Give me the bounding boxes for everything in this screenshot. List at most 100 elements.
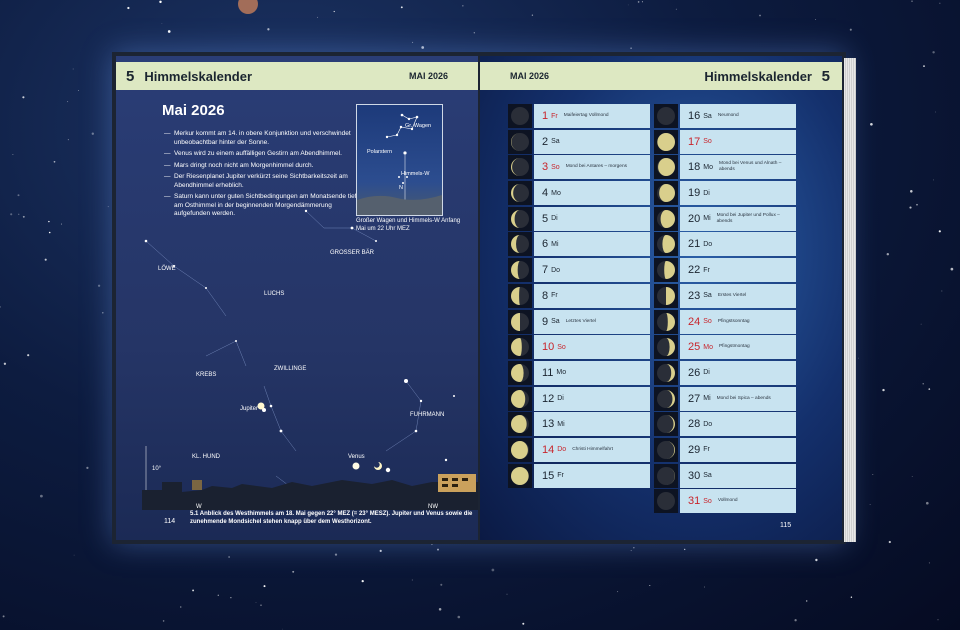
moon-phase-icon — [508, 104, 532, 128]
weekday: So — [703, 138, 712, 146]
weekday: So — [557, 343, 566, 351]
moon-phase-icon — [508, 335, 532, 360]
moon-phase-icon — [508, 129, 532, 154]
day-number: 12 — [542, 392, 555, 405]
weekday: Mi — [551, 240, 559, 248]
day-cell: 15 Fr — [534, 463, 650, 488]
weekday: Fr — [703, 446, 710, 454]
day-cell: 17 So — [680, 129, 796, 154]
weekday: Mi — [557, 420, 565, 428]
moon-phase-icon — [508, 283, 532, 308]
weekday: Fr — [557, 472, 564, 480]
inset-label: N — [399, 185, 403, 191]
weekday: Mi — [703, 395, 711, 403]
weekday: Fr — [551, 292, 558, 300]
left-header: 5 Himmelskalender MAI 2026 — [116, 62, 478, 90]
day-cell: 6 Mi — [534, 232, 650, 257]
moon-phase-icon — [654, 412, 678, 437]
bullet-list: Merkur kommt am 14. in obere Konjunktion… — [164, 130, 359, 222]
moon-phase-icon — [654, 283, 678, 308]
day-number: 27 — [688, 392, 701, 405]
venus-marker — [352, 462, 360, 470]
bullet-item: Merkur kommt am 14. in obere Konjunktion… — [164, 130, 359, 147]
day-cell: 5 Di — [534, 206, 650, 231]
moon-phase-icon — [654, 232, 678, 257]
bullet-item: Venus wird zu einem auffälligen Gestirn … — [164, 150, 359, 159]
weekday: Mi — [703, 215, 711, 223]
header-title: Himmelskalender — [704, 68, 812, 84]
day-number: 25 — [688, 341, 701, 354]
day-number: 20 — [688, 212, 701, 225]
weekday: Mo — [556, 369, 567, 377]
day-number: 23 — [688, 289, 701, 302]
day-number: 2 — [542, 135, 549, 148]
day-number: 24 — [688, 315, 701, 328]
day-note: Mond bei Antares – morgens — [565, 164, 628, 170]
day-cell: 4 Mo — [534, 181, 650, 206]
day-cell: 8 Fr — [534, 283, 650, 308]
moon-phase-icon — [654, 155, 678, 180]
day-number: 28 — [688, 418, 701, 431]
day-number: 1 — [542, 110, 549, 122]
bullet-item: Saturn kann unter guten Sichtbedingungen… — [164, 193, 359, 219]
day-cell: 24 So Pfingstsonntag — [680, 309, 796, 334]
day-number: 21 — [688, 238, 701, 251]
page-number: 114 — [164, 518, 176, 525]
constellation-label: KL. HUND — [192, 454, 221, 460]
weekday: Di — [557, 395, 564, 403]
day-number: 11 — [542, 366, 554, 379]
day-cell: 30 Sa — [680, 463, 796, 488]
moon-phase-icon — [508, 463, 532, 488]
day-number: 26 — [688, 366, 701, 379]
moon-phase-icon — [508, 437, 532, 462]
weekday: Do — [557, 446, 567, 454]
day-number: 4 — [542, 187, 549, 200]
right-header: MAI 2026 Himmelskalender 5 — [480, 62, 842, 90]
weekday: So — [703, 318, 712, 325]
weekday: Do — [551, 266, 561, 274]
day-number: 14 — [542, 443, 555, 456]
day-note: Pfingstmontag — [718, 344, 750, 350]
open-book: 5 Himmelskalender MAI 2026 Mai 2026 Merk… — [112, 52, 856, 544]
day-note: Vollmond — [717, 498, 738, 504]
weekday: Sa — [551, 138, 560, 146]
moon-phase-icon — [654, 489, 678, 514]
page-title: Mai 2026 — [162, 102, 225, 119]
moon-crescent-marker — [374, 462, 382, 470]
moon-phase-icon — [654, 386, 678, 411]
big-dipper-diagram — [357, 113, 442, 215]
moon-phase-icon — [508, 232, 532, 257]
moon-phase-icon — [654, 258, 678, 283]
day-note: Pfingstsonntag — [717, 318, 750, 324]
day-number: 17 — [688, 135, 701, 148]
day-number: 3 — [542, 161, 549, 174]
constellation-label: LUCHS — [264, 291, 285, 297]
page-number: 115 — [780, 522, 792, 529]
inset-caption: Großer Wagen und Himmels-W Anfang Mai um… — [356, 218, 461, 232]
weekday: Sa — [551, 318, 560, 325]
day-note: Maifeiertag Vollmond — [563, 113, 609, 118]
day-number: 30 — [688, 469, 701, 482]
constellation-label: FUHRMANN — [410, 412, 445, 418]
moon-phase-icon — [654, 335, 678, 360]
weekday: So — [551, 163, 560, 171]
moon-phase-icon — [654, 206, 678, 231]
day-number: 19 — [688, 187, 701, 200]
day-cell: 29 Fr — [680, 437, 796, 462]
day-cell: 12 Di — [534, 386, 650, 411]
day-number: 8 — [542, 289, 549, 302]
weekday: Di — [551, 215, 558, 223]
weekday: Di — [703, 189, 710, 197]
day-note: Letztes Viertel — [565, 318, 596, 324]
inset-label: Gr. Wagen — [405, 123, 432, 129]
inset-chart: Gr. Wagen Polarstern Himmels-W N — [356, 104, 443, 216]
chapter-number: 5 — [821, 67, 830, 85]
jupiter-marker — [257, 402, 265, 410]
moon-phase-icon — [508, 360, 532, 385]
day-note: Christi Himmelfahrt — [572, 446, 613, 452]
day-cell: 21 Do — [680, 232, 796, 257]
weekday: Do — [703, 240, 713, 248]
header-title: Himmelskalender — [144, 68, 253, 84]
day-cell: 27 Mi Mond bei Spica – abends — [680, 386, 796, 411]
moon-phase-icon — [508, 309, 532, 334]
